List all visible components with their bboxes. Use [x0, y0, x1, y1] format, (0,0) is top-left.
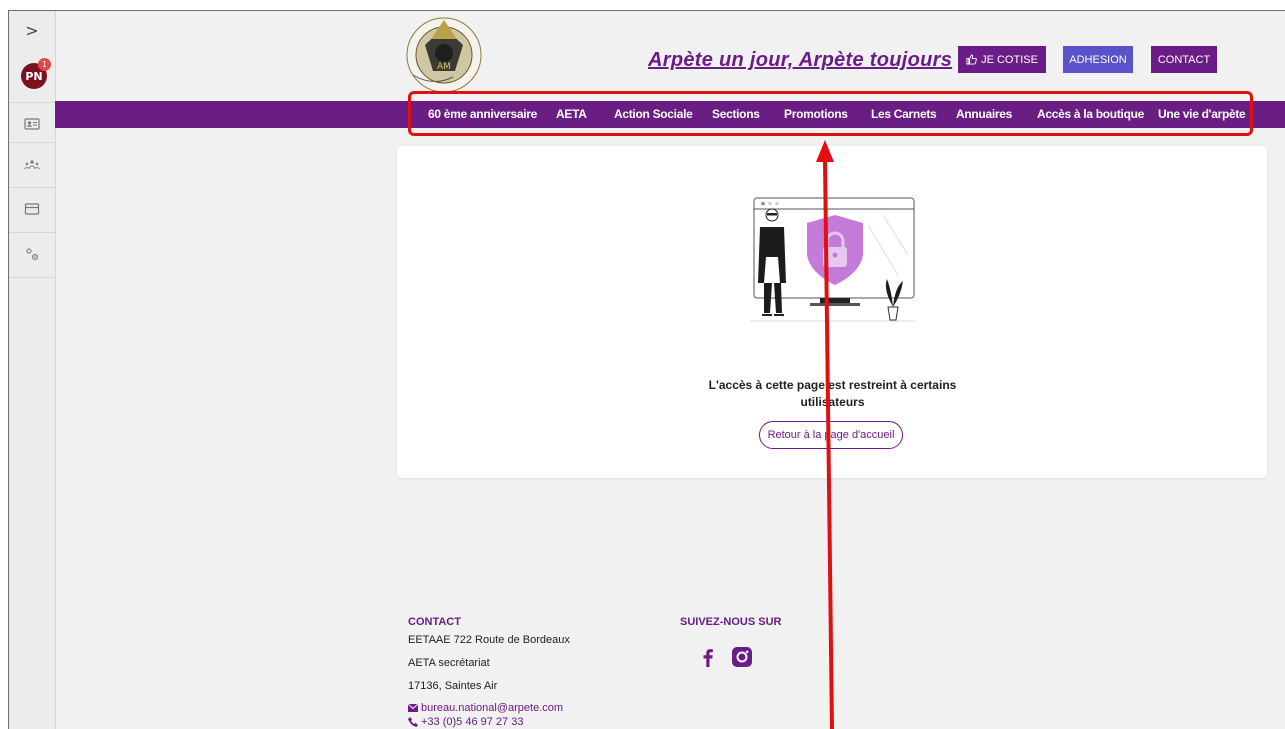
thumbs-up-icon — [966, 54, 977, 65]
restricted-message: L'accès à cette page est restreint à cer… — [690, 377, 975, 411]
rail-divider — [9, 187, 55, 188]
restricted-message-line2: utilisateurs — [800, 395, 865, 409]
rail-divider — [9, 277, 55, 278]
je-cotise-button[interactable]: JE COTISE — [958, 46, 1046, 73]
expand-rail-button[interactable]: > — [9, 21, 55, 40]
footer-follow-title: SUIVEZ-NOUS SUR — [680, 616, 782, 628]
footer-address-line2: AETA secrétariat — [408, 657, 490, 669]
rail-divider — [9, 232, 55, 233]
notification-badge: 1 — [38, 58, 51, 71]
annotation-highlight-box — [408, 91, 1253, 136]
restricted-access-illustration — [748, 195, 918, 325]
back-to-home-button[interactable]: Retour à la page d'accueil — [759, 421, 903, 449]
adhesion-button[interactable]: ADHESION — [1063, 46, 1133, 73]
footer-contact-title: CONTACT — [408, 616, 461, 628]
footer-email-link[interactable]: bureau.national@arpete.com — [408, 702, 563, 714]
rail-divider — [9, 102, 55, 103]
footer-email: bureau.national@arpete.com — [421, 702, 564, 714]
svg-text:AM: AM — [437, 62, 451, 72]
je-cotise-label: JE COTISE — [981, 53, 1038, 66]
instagram-icon[interactable] — [731, 646, 753, 668]
restricted-message-line1: L'accès à cette page est restreint à cer… — [708, 378, 957, 392]
footer-phone: +33 (0)5 46 97 27 33 — [421, 716, 524, 728]
site-tagline[interactable]: Arpète un jour, Arpète toujours — [648, 49, 952, 72]
footer-address-line1: EETAAE 722 Route de Bordeaux — [408, 634, 570, 646]
settings-icon[interactable] — [23, 245, 41, 263]
group-icon[interactable] — [23, 156, 41, 174]
footer-phone-link[interactable]: +33 (0)5 46 97 27 33 — [408, 716, 523, 728]
left-rail: > PN 1 — [9, 11, 56, 729]
phone-icon — [408, 717, 418, 727]
envelope-icon — [408, 704, 418, 712]
id-card-icon[interactable] — [23, 115, 41, 133]
footer-address-line3: 17136, Saintes Air — [408, 680, 498, 692]
facebook-icon[interactable] — [697, 646, 719, 668]
rail-divider — [9, 142, 55, 143]
contact-button[interactable]: CONTACT — [1151, 46, 1217, 73]
aeta-logo[interactable]: AM — [403, 15, 485, 95]
card-icon[interactable] — [23, 200, 41, 218]
